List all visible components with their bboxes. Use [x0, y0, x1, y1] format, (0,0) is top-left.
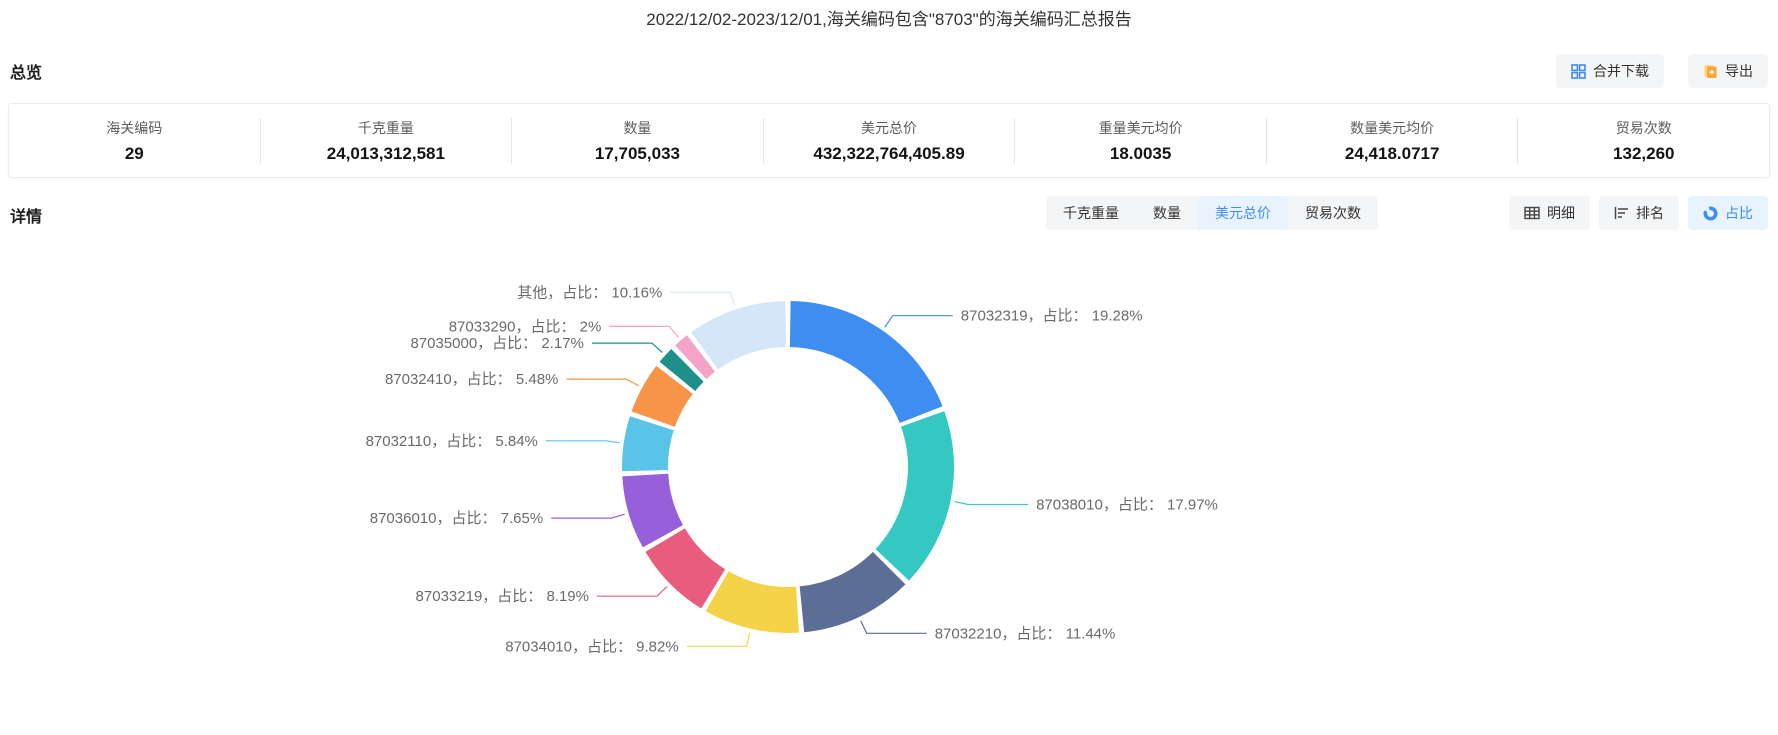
pie-label: 87032319，占比： 19.28%	[961, 308, 1143, 325]
pie-label: 87035000，占比： 2.17%	[410, 335, 583, 352]
overview-header: 总览 合并下载 导出	[10, 52, 1768, 90]
pie-label: 87032110，占比： 5.84%	[366, 433, 538, 450]
pie-label: 其他，占比： 10.16%	[517, 284, 662, 301]
overview-section-label: 总览	[10, 65, 43, 82]
label-leader-line	[609, 325, 679, 338]
donut-chart: 87032319，占比： 19.28% 87038010，占比： 17.97% 87…	[0, 250, 1778, 735]
view-tab-group: 明细 排名 占比	[1509, 196, 1768, 230]
label-leader-line	[545, 440, 620, 444]
overview-stats-card: 海关编码 29 千克重量 24,013,312,581 数量 17,705,033 美…	[8, 103, 1770, 178]
stat-column: 贸易次数 132,260	[1517, 117, 1769, 164]
stat-label: 数量美元均价	[1350, 119, 1435, 136]
detail-header: 详情 千克重量 数量 美元总价 贸易次数 明细 排名 占比	[10, 196, 1768, 232]
label-leader-line	[551, 513, 625, 519]
label-leader-line	[686, 632, 751, 647]
merge-download-button[interactable]: 合并下载	[1556, 54, 1664, 88]
pie-label: 87032210，占比： 11.44%	[935, 625, 1116, 642]
pie-label: 87038010，占比： 17.97%	[1036, 497, 1218, 514]
pie-slice-87038010[interactable]	[875, 411, 954, 581]
merge-download-icon	[1571, 63, 1586, 79]
pie-label: 87033290，占比： 2%	[449, 318, 602, 335]
label-leader-line	[954, 501, 1029, 506]
stat-label: 千克重量	[357, 119, 414, 136]
pie-slice-87034010[interactable]	[705, 571, 799, 633]
pie-slice-87032110[interactable]	[622, 416, 674, 472]
page-title: 2022/12/02-2023/12/01,海关编码包含"8703"的海关编码汇…	[646, 10, 1132, 29]
stat-label: 海关编码	[106, 119, 163, 136]
stat-value: 132,260	[1613, 143, 1675, 163]
stat-column: 数量 17,705,033	[511, 117, 763, 164]
stat-column: 美元总价 432,322,764,405.89	[762, 117, 1015, 164]
pie-label: 87034010，占比： 9.82%	[505, 638, 678, 655]
view-tab-label: 明细	[1547, 205, 1575, 221]
pie-label: 87033219，占比： 8.19%	[416, 588, 589, 605]
pie-slice-87032210[interactable]	[799, 551, 906, 633]
stat-value: 432,322,764,405.89	[813, 143, 965, 163]
view-tab-label: 排名	[1636, 205, 1664, 221]
metric-tab-group: 千克重量 数量 美元总价 贸易次数	[1046, 196, 1378, 230]
overview-actions: 合并下载 导出	[1556, 54, 1768, 88]
table-icon	[1524, 206, 1540, 220]
stat-column: 重量美元均价 18.0035	[1014, 117, 1266, 164]
view-tab-donut[interactable]: 占比	[1688, 196, 1768, 230]
report-page: 2022/12/02-2023/12/01,海关编码包含"8703"的海关编码汇…	[0, 0, 1778, 735]
pie-slice-其他[interactable]	[691, 301, 787, 370]
pie-slice-87032319[interactable]	[789, 301, 943, 423]
label-leader-line	[860, 620, 927, 634]
metric-tab[interactable]: 千克重量	[1046, 196, 1136, 230]
metric-tab[interactable]: 贸易次数	[1288, 196, 1378, 230]
label-leader-line	[597, 585, 668, 597]
metric-tab[interactable]: 美元总价	[1198, 196, 1288, 230]
stat-label: 数量	[623, 119, 652, 136]
stat-column: 数量美元均价 24,418.0717	[1265, 117, 1518, 164]
view-tab-ranking[interactable]: 排名	[1599, 196, 1679, 230]
label-leader-line	[670, 291, 736, 306]
stat-value: 17,705,033	[594, 143, 680, 163]
metric-tab[interactable]: 数量	[1136, 196, 1198, 230]
stat-label: 重量美元均价	[1098, 119, 1183, 136]
export-label: 导出	[1725, 63, 1753, 79]
ranking-icon	[1614, 206, 1629, 220]
export-button[interactable]: 导出	[1688, 54, 1768, 88]
stat-value: 18.0035	[1109, 143, 1172, 163]
pie-label: 87036010，占比： 7.65%	[370, 510, 543, 527]
stat-value: 24,013,312,581	[326, 143, 445, 163]
label-leader-line	[566, 378, 639, 387]
donut-icon	[1703, 206, 1718, 221]
stat-value: 24,418.0717	[1344, 143, 1440, 163]
stat-label: 贸易次数	[1615, 119, 1672, 136]
stat-label: 美元总价	[861, 119, 918, 136]
label-leader-line	[884, 315, 953, 328]
pie-label: 87032410，占比： 5.48%	[385, 371, 558, 388]
merge-download-label: 合并下载	[1593, 63, 1649, 79]
stat-column: 千克重量 24,013,312,581	[259, 117, 512, 164]
export-icon	[1703, 64, 1718, 79]
label-leader-line	[591, 342, 663, 353]
detail-section-label: 详情	[10, 209, 43, 226]
stat-value: 29	[124, 143, 144, 163]
view-tab-label: 占比	[1725, 205, 1753, 221]
stat-column: 海关编码 29	[9, 118, 260, 164]
view-tab-table[interactable]: 明细	[1509, 196, 1590, 230]
